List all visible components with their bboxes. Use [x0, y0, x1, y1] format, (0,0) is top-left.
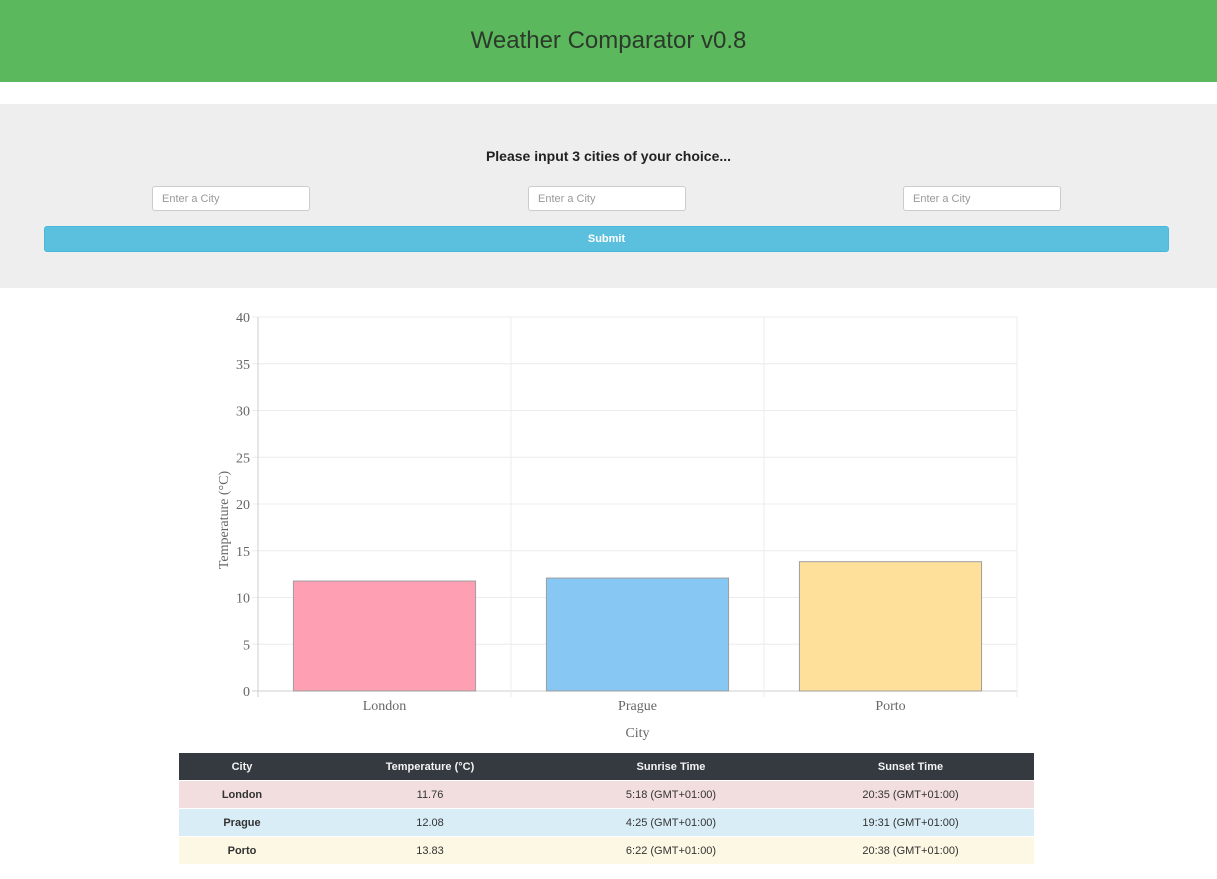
col-header-sunset: Sunset Time [787, 753, 1034, 781]
temperature-chart: 0 5 10 15 20 25 30 35 40 London Prague Porto City Tem… [0, 300, 1217, 750]
y-tick-label: 5 [243, 638, 250, 653]
cell-sunrise: 6:22 (GMT+01:00) [555, 836, 787, 864]
cell-sunset: 20:38 (GMT+01:00) [787, 836, 1034, 864]
x-tick-label: Prague [618, 699, 657, 714]
table-row: Porto 13.83 6:22 (GMT+01:00) 20:38 (GMT+… [179, 836, 1034, 864]
table-row: London 11.76 5:18 (GMT+01:00) 20:35 (GMT… [179, 780, 1034, 809]
submit-button[interactable]: Submit [44, 226, 1169, 252]
cell-temperature: 13.83 [305, 836, 555, 864]
cell-sunrise: 5:18 (GMT+01:00) [555, 780, 787, 809]
app-title: Weather Comparator v0.8 [470, 27, 747, 54]
x-tick-label: London [363, 699, 407, 714]
y-tick-label: 40 [236, 311, 250, 326]
bar-porto [798, 561, 983, 692]
x-axis-title: City [625, 726, 649, 741]
city-input-1[interactable] [152, 186, 310, 211]
y-axis-title: Temperature (°C) [217, 471, 232, 570]
cell-sunset: 19:31 (GMT+01:00) [787, 808, 1034, 837]
cell-temperature: 11.76 [305, 780, 555, 809]
cell-sunset: 20:35 (GMT+01:00) [787, 780, 1034, 809]
col-header-temperature: Temperature (°C) [305, 753, 555, 781]
col-header-sunrise: Sunrise Time [555, 753, 787, 781]
app-header: Weather Comparator v0.8 [0, 0, 1217, 82]
x-tick-label: Porto [875, 699, 905, 714]
temperature-bar-chart: 0 5 10 15 20 25 30 35 40 London Prague Porto City Tem… [217, 311, 1018, 741]
bar-prague [545, 577, 730, 692]
col-header-city: City [179, 753, 305, 781]
y-tick-label: 35 [236, 358, 250, 373]
city-form-panel: Please input 3 cities of your choice... … [0, 104, 1217, 288]
cell-temperature: 12.08 [305, 808, 555, 837]
city-input-2[interactable] [528, 186, 686, 211]
cell-sunrise: 4:25 (GMT+01:00) [555, 808, 787, 837]
cell-city: London [179, 780, 305, 809]
cell-city: Porto [179, 836, 305, 864]
city-input-3[interactable] [903, 186, 1061, 211]
cell-city: Prague [179, 808, 305, 837]
y-tick-label: 10 [236, 592, 250, 607]
y-tick-label: 25 [236, 451, 250, 466]
table-header-row: City Temperature (°C) Sunrise Time Sunse… [179, 753, 1034, 781]
weather-table: City Temperature (°C) Sunrise Time Sunse… [179, 753, 1034, 864]
y-tick-label: 0 [243, 685, 250, 700]
form-prompt: Please input 3 cities of your choice... [485, 148, 732, 164]
y-tick-label: 20 [236, 498, 250, 513]
y-tick-label: 15 [236, 545, 250, 560]
y-tick-label: 30 [236, 405, 250, 420]
bar-london [292, 580, 477, 692]
table-row: Prague 12.08 4:25 (GMT+01:00) 19:31 (GMT… [179, 808, 1034, 837]
